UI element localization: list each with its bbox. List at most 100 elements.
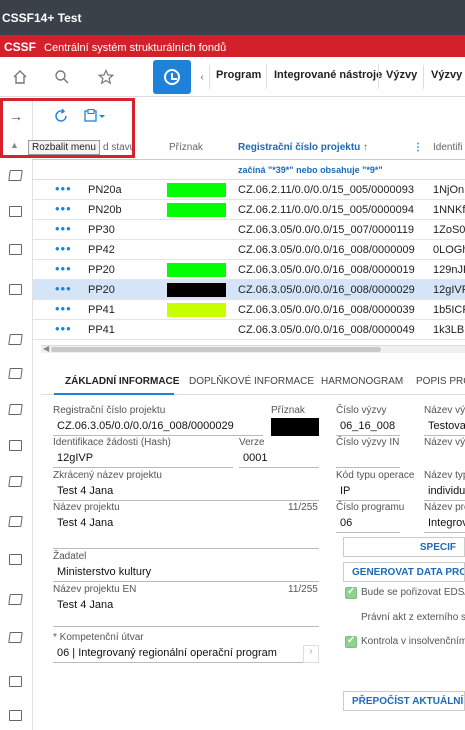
pravni-akt-checkbox[interactable] (345, 612, 357, 624)
col-header-registracni-cislo[interactable]: Registrační číslo projektu ↑ (238, 142, 368, 153)
expand-menu-tooltip: Rozbalit menu (28, 140, 100, 155)
table-row[interactable]: ••• PP41 CZ.06.3.05/0.0/0.0/16_008/0000039… (33, 300, 465, 320)
recent-clock-button[interactable] (153, 60, 191, 94)
cislo-vyzvy-label: Číslo výzvy (336, 405, 387, 416)
reg-cislo-field[interactable]: CZ.06.3.05/0.0/0.0/16_008/0000029 (53, 418, 263, 436)
hash-field[interactable]: 12gIVP (53, 450, 233, 468)
cislo-vyzvy-field[interactable]: 06_16_008 (336, 418, 400, 436)
folder-icon[interactable] (8, 632, 23, 643)
window-icon[interactable] (9, 284, 22, 295)
window-icon[interactable] (9, 710, 22, 721)
chevron-right-icon[interactable]: › (303, 645, 319, 663)
filter-value[interactable]: začíná "*39*" nebo obsahuje "*9*" (238, 165, 383, 175)
cell-registracni-cislo: CZ.06.2.11/0.0/0.0/15_005/0000094 (238, 204, 414, 216)
nazev-vyzvy-field[interactable]: Testova (424, 418, 465, 436)
nazev-programu-field[interactable]: Integrov (424, 515, 465, 533)
table-row[interactable]: ••• PN20a CZ.06.2.11/0.0/0.0/15_005/000009… (33, 180, 465, 200)
zadatel-field[interactable]: Ministerstvo kultury (53, 564, 319, 582)
window-icon[interactable] (9, 676, 22, 687)
row-actions-dots-icon[interactable]: ••• (55, 241, 72, 256)
filter-row[interactable]: začíná "*39*" nebo obsahuje "*9*" (33, 160, 465, 180)
window-icon[interactable] (9, 440, 22, 451)
reg-cislo-label: Registrační číslo projektu (53, 405, 166, 416)
cislo-vyzvy-in-field[interactable] (336, 450, 400, 468)
nav-menu-vyzvy[interactable]: Výzvy (386, 69, 417, 81)
priznak-label: Příznak (271, 405, 305, 416)
nazev-projektu-en-field[interactable]: Test 4 Jana (53, 597, 319, 627)
cell-identifikace: 1ZoS0I (433, 224, 465, 236)
detail-tabs: ZÁKLADNÍ INFORMACE DOPLŇKOVÉ INFORMACE H… (41, 365, 465, 395)
home-icon[interactable] (0, 57, 40, 97)
folder-icon[interactable] (8, 404, 23, 415)
cell-stav: PP20 (88, 264, 115, 276)
generovat-data-button[interactable]: GENEROVAT DATA PRO P (343, 562, 465, 582)
row-actions-dots-icon[interactable]: ••• (55, 181, 72, 196)
nav-menu-vyzvy-i[interactable]: Výzvy I (431, 69, 465, 81)
cell-stav: PP41 (88, 304, 115, 316)
tab-doplnkove-informace[interactable]: DOPLŇKOVÉ INFORMACE (189, 376, 314, 387)
table-row[interactable]: ••• PP20 CZ.06.3.05/0.0/0.0/16_008/0000029… (33, 280, 465, 300)
window-icon[interactable] (9, 554, 22, 565)
nazev-projektu-field[interactable]: Test 4 Jana (53, 515, 319, 549)
folder-icon[interactable] (8, 334, 23, 345)
insolvence-checkbox[interactable] (345, 635, 357, 648)
table-row[interactable]: ••• PN20b CZ.06.2.11/0.0/0.0/15_005/000009… (33, 200, 465, 220)
col-header-identifikace[interactable]: Identifi (433, 142, 462, 153)
star-icon[interactable] (86, 57, 126, 97)
cell-priznak-flag (167, 183, 226, 197)
tab-harmonogram[interactable]: HARMONOGRAM (321, 376, 403, 387)
folder-icon[interactable] (8, 476, 23, 487)
row-actions-dots-icon[interactable]: ••• (55, 201, 72, 216)
cell-registracni-cislo: CZ.06.3.05/0.0/0.0/16_008/0000039 (238, 304, 415, 316)
folder-icon[interactable] (8, 170, 23, 181)
verze-field[interactable]: 0001 (239, 450, 319, 468)
kod-typu-operace-field[interactable]: IP (336, 483, 400, 501)
col-header-priznak[interactable]: Příznak (169, 142, 203, 153)
row-actions-dots-icon[interactable]: ••• (55, 321, 72, 336)
table-row[interactable]: ••• PP30 CZ.06.3.05/0.0/0.0/15_007/0000119… (33, 220, 465, 240)
nav-menu-program[interactable]: Program (216, 69, 261, 81)
scroll-left-icon[interactable]: ◀ (43, 344, 49, 353)
scrollbar-thumb[interactable] (51, 347, 381, 352)
table-row[interactable]: ••• PP42 CZ.06.3.05/0.0/0.0/16_008/0000009… (33, 240, 465, 260)
nav-divider (378, 65, 379, 89)
short-name-label: Zkrácený název projektu (53, 470, 162, 481)
nazev-projektu-label: Název projektu (53, 502, 120, 513)
cell-stav: PP20 (88, 284, 115, 296)
cell-registracni-cislo: CZ.06.3.05/0.0/0.0/15_007/0000119 (238, 224, 414, 236)
window-title: CSSF14+ Test (0, 0, 465, 35)
column-menu-icon[interactable]: ⋮ (413, 142, 423, 153)
horizontal-scrollbar[interactable]: ◀ (41, 344, 465, 353)
prepocist-button[interactable]: PŘEPOČÍST AKTUÁLNÍ ST (343, 691, 465, 711)
table-row[interactable]: ••• PP41 CZ.06.3.05/0.0/0.0/16_008/0000049… (33, 320, 465, 340)
tab-popis-pro[interactable]: POPIS PRO (416, 376, 465, 387)
short-name-field[interactable]: Test 4 Jana (53, 483, 319, 501)
specifikace-button[interactable]: SPECIF (343, 537, 465, 557)
nazev-programu-label: Název pro (424, 502, 465, 513)
row-actions-dots-icon[interactable]: ••• (55, 261, 72, 276)
search-icon[interactable] (42, 57, 82, 97)
table-row[interactable]: ••• PP20 CZ.06.3.05/0.0/0.0/16_008/0000019… (33, 260, 465, 280)
eds-checkbox[interactable] (345, 586, 357, 599)
kompetencni-utvar-label: * Kompetenční útvar (53, 632, 144, 643)
cell-stav: PP42 (88, 244, 115, 256)
cell-priznak-flag (167, 203, 226, 217)
row-actions-dots-icon[interactable]: ••• (55, 301, 72, 316)
chevron-left-icon[interactable]: ‹ (195, 57, 209, 97)
priznak-color-swatch[interactable] (271, 418, 319, 436)
window-icon[interactable] (9, 206, 22, 217)
window-icon[interactable] (9, 244, 22, 255)
row-actions-dots-icon[interactable]: ••• (55, 221, 72, 236)
folder-icon[interactable] (8, 368, 23, 379)
nazev-typu-field[interactable]: individu (424, 483, 465, 501)
clock-icon (164, 69, 180, 85)
row-actions-dots-icon[interactable]: ••• (55, 281, 72, 296)
tab-zakladni-informace[interactable]: ZÁKLADNÍ INFORMACE (65, 376, 179, 387)
nav-menu-integrovane-nastroje[interactable]: Integrované nástroje (274, 69, 382, 81)
hash-label: Identifikace žádosti (Hash) (53, 437, 171, 448)
folder-icon[interactable] (8, 516, 23, 527)
nazev-typu-label: Název typ (424, 470, 465, 481)
kompetencni-utvar-field[interactable]: 06 | Integrovaný regionální operační pro… (53, 645, 303, 663)
folder-icon[interactable] (8, 594, 23, 605)
cislo-programu-field[interactable]: 06 (336, 515, 400, 533)
